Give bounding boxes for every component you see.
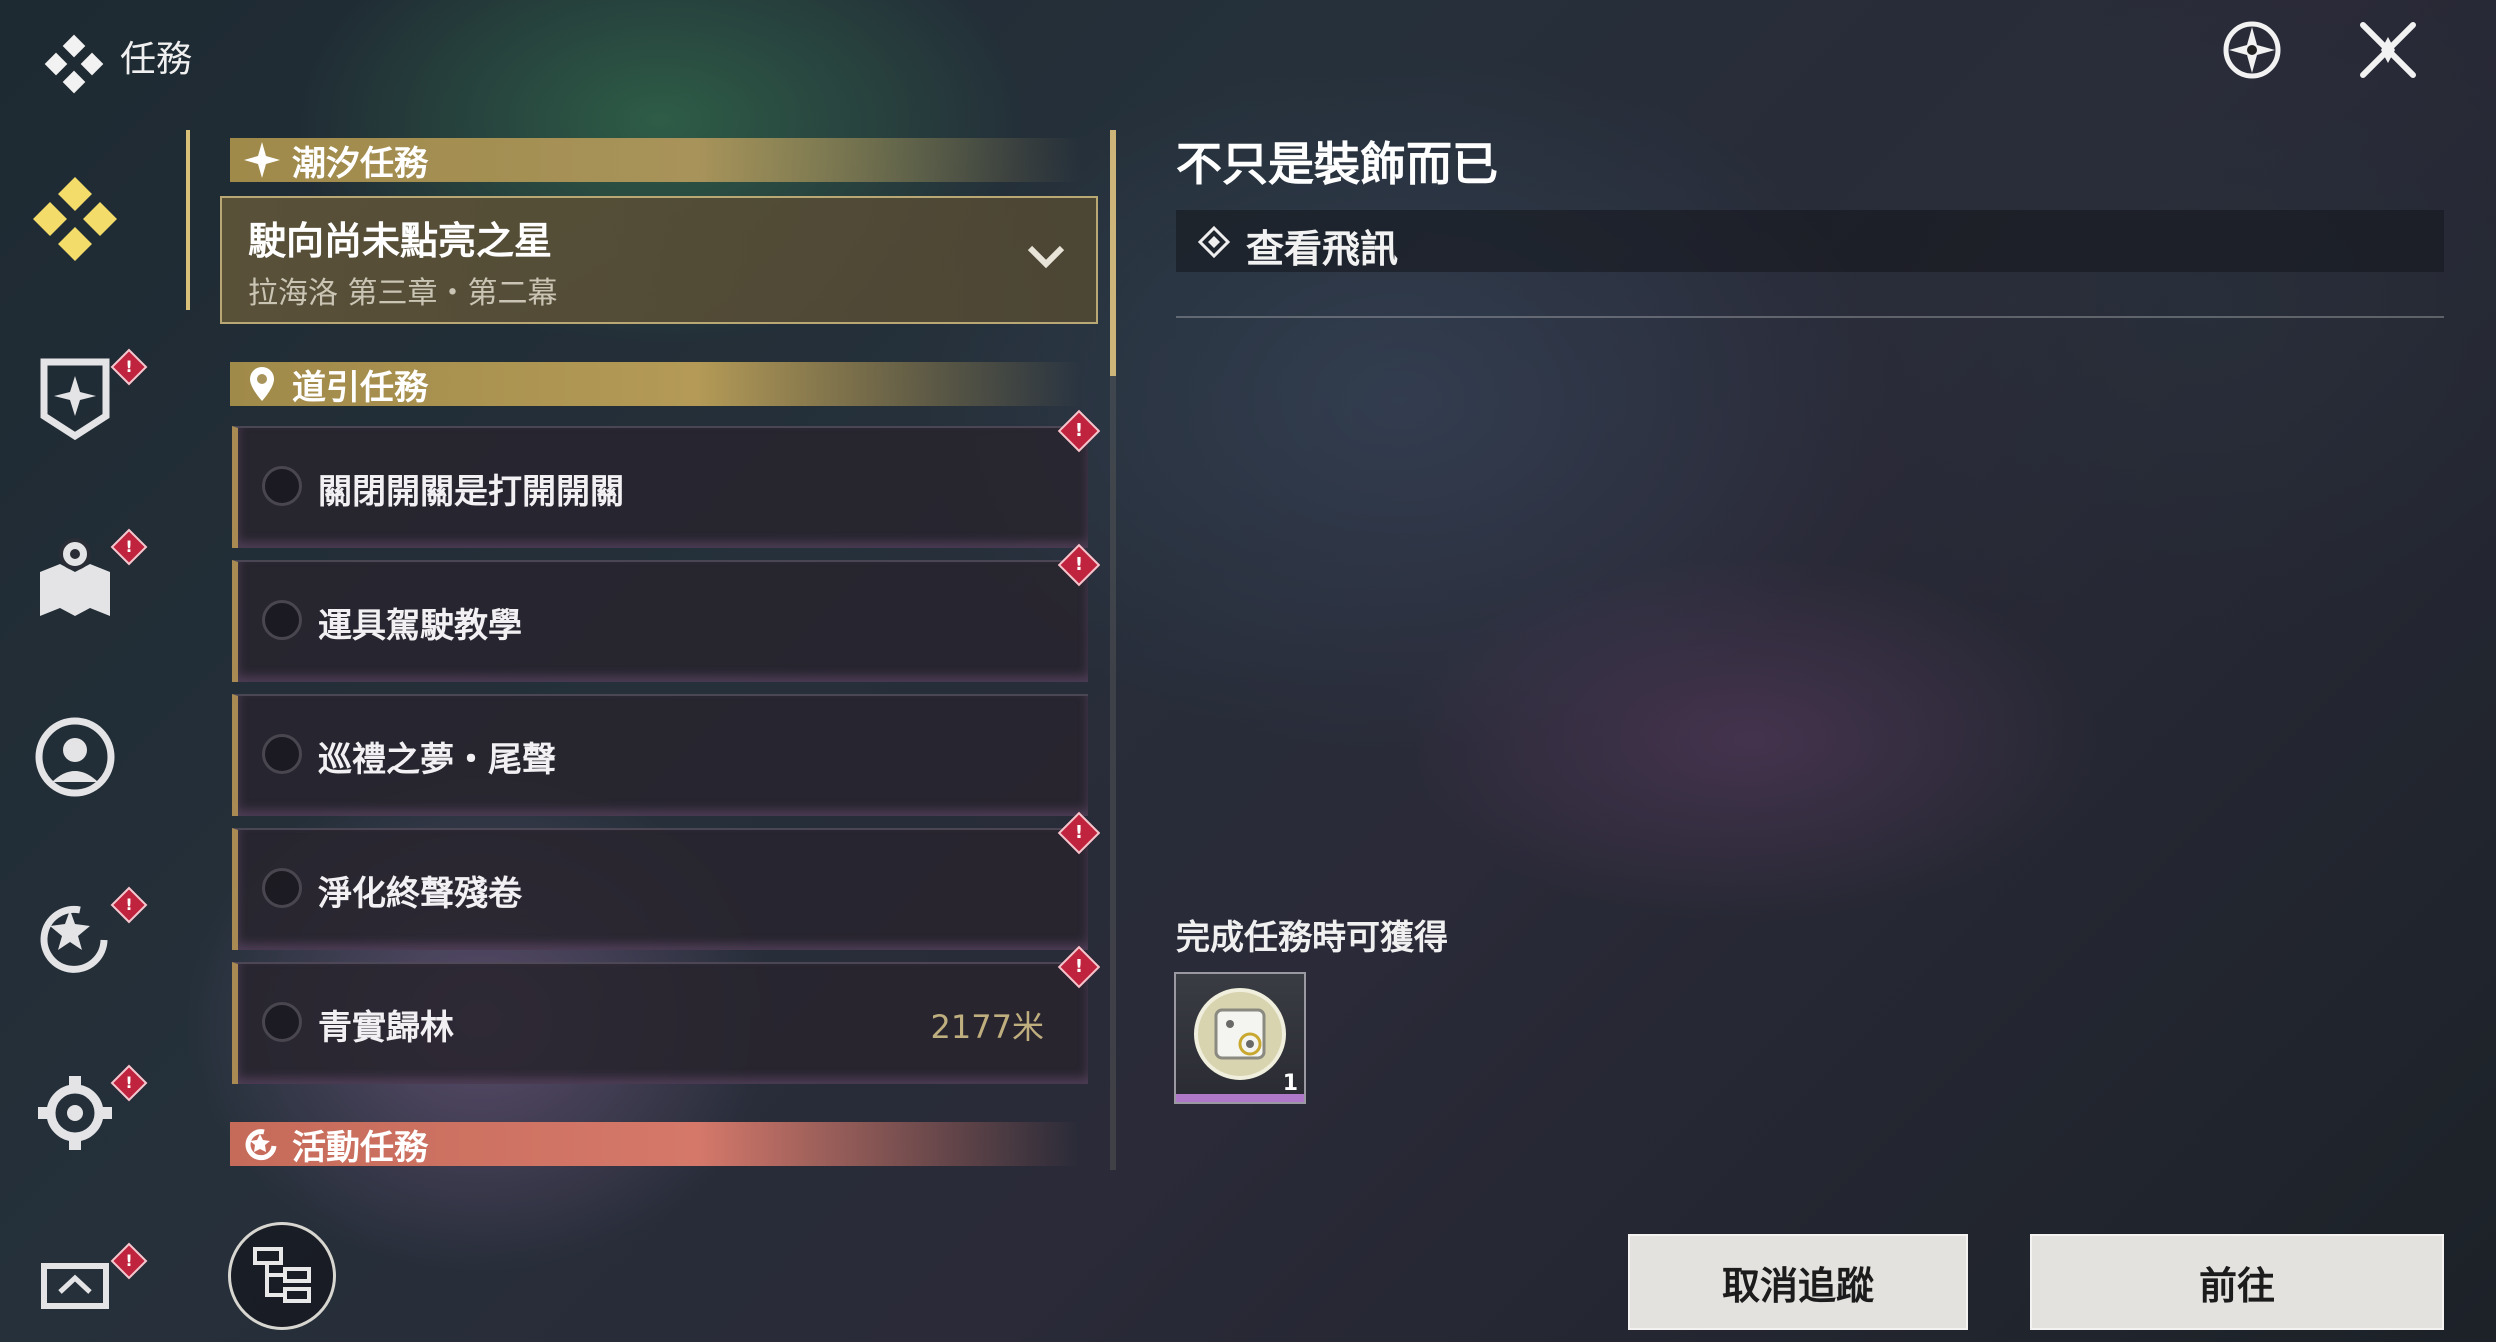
map-pin-icon	[40, 538, 110, 616]
cancel-tracking-button[interactable]: 取消追蹤	[1628, 1234, 1968, 1330]
location-pin-icon	[250, 367, 274, 401]
divider	[1176, 316, 2444, 318]
close-button[interactable]	[2350, 12, 2426, 88]
shield-badge-icon	[40, 358, 110, 441]
section-label: 活動任務	[292, 1127, 428, 1168]
page-title: 任務	[120, 39, 193, 80]
quest-name: 巡禮之夢・尾聲	[318, 740, 556, 780]
section-label: 潮汐任務	[292, 143, 428, 184]
nav-daily[interactable]: !	[30, 886, 148, 980]
objective-diamond-icon	[1198, 226, 1230, 258]
quest-detail-title: 不只是裝飾而已	[1176, 137, 1498, 191]
main-quest-subtitle: 拉海洛 第三章・第二幕	[248, 276, 558, 311]
quest-name: 關閉開關是打開開關	[318, 472, 624, 512]
main-quest-card[interactable]: 駛向尚未點亮之星 拉海洛 第三章・第二幕	[220, 196, 1098, 324]
quest-tree-button[interactable]	[228, 1222, 336, 1330]
guide-quest-row[interactable]: 巡禮之夢・尾聲	[232, 694, 1088, 816]
tracker-button[interactable]	[2214, 12, 2290, 88]
nav-settings[interactable]: !	[30, 1064, 148, 1158]
track-checkbox[interactable]	[262, 734, 302, 774]
nav-shield[interactable]: !	[30, 348, 148, 442]
monitor-icon	[41, 1263, 109, 1309]
alert-badge: !	[1057, 811, 1100, 855]
reward-quantity: 1	[1282, 1071, 1298, 1096]
go-button[interactable]: 前往	[2030, 1234, 2444, 1330]
left-nav: ! ! ! ! !	[0, 140, 150, 1342]
gear-icon	[38, 1076, 112, 1150]
compass-icon	[2223, 21, 2281, 79]
quest-name: 青實歸林	[318, 1008, 454, 1048]
guide-quest-row[interactable]: 淨化終聲殘卷 !	[232, 811, 1100, 950]
nav-quest[interactable]	[30, 174, 120, 264]
main-quest-title: 駛向尚未點亮之星	[248, 219, 553, 263]
track-checkbox[interactable]	[262, 600, 302, 640]
objective-row: 查看飛訊	[1176, 210, 2444, 272]
section-header-guide[interactable]: 道引任務	[230, 362, 1080, 408]
reward-item[interactable]: 1	[1174, 972, 1306, 1104]
close-icon	[2360, 22, 2416, 78]
quest-distance: 2177米	[930, 1008, 1044, 1046]
section-label: 道引任務	[292, 367, 428, 408]
nav-character[interactable]	[30, 712, 120, 802]
nav-monitor[interactable]: !	[30, 1242, 148, 1336]
track-checkbox[interactable]	[262, 868, 302, 908]
quest-screen: { "header": { "title": "任務" }, "sections…	[0, 0, 2496, 1342]
event-refresh-icon	[245, 1129, 277, 1161]
alert-badge: !	[1057, 945, 1100, 989]
guide-quest-row[interactable]: 關閉開關是打開開關 !	[232, 409, 1100, 548]
track-checkbox[interactable]	[262, 466, 302, 506]
nav-active-indicator	[186, 130, 190, 310]
quest-name: 淨化終聲殘卷	[318, 874, 522, 914]
track-checkbox[interactable]	[262, 1002, 302, 1042]
star-refresh-icon	[40, 905, 108, 973]
alert-badge: !	[1057, 409, 1100, 453]
guide-quest-row[interactable]: 青實歸林 2177米 !	[232, 945, 1100, 1084]
quest-name: 運具駕駛教學	[318, 606, 522, 646]
nav-map[interactable]: !	[30, 528, 148, 622]
objective-text: 查看飛訊	[1246, 227, 1399, 271]
guide-quest-row[interactable]: 運具駕駛教學 !	[232, 543, 1100, 682]
list-scroll-thumb[interactable]	[1110, 130, 1116, 376]
person-circle-icon	[35, 717, 115, 797]
quest-list: 潮汐任務 駛向尚未點亮之星 拉海洛 第三章・第二幕 道引任務 關閉開關是打開開關…	[220, 130, 1100, 1170]
sparkle-icon	[244, 142, 280, 178]
tree-hierarchy-icon	[253, 1247, 311, 1303]
quest-diamond-icon	[33, 177, 117, 261]
chevron-down-icon[interactable]	[1026, 242, 1066, 272]
quest-logo-icon	[44, 34, 104, 94]
section-header-event[interactable]: 活動任務	[230, 1122, 1080, 1168]
section-header-tide[interactable]: 潮汐任務	[230, 138, 1080, 184]
alert-badge: !	[1057, 543, 1100, 587]
reward-label: 完成任務時可獲得	[1176, 918, 1448, 958]
